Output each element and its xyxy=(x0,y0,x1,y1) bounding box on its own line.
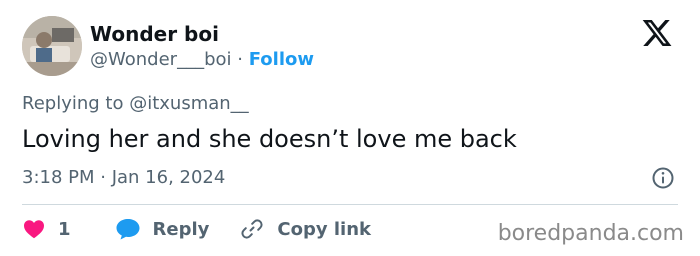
replying-to[interactable]: Replying to @itxusman__ xyxy=(22,92,249,116)
copy-link-label: Copy link xyxy=(277,218,371,240)
like-button[interactable]: 1 xyxy=(22,217,71,241)
reply-label: Reply xyxy=(152,218,210,240)
heart-icon xyxy=(24,220,44,239)
timestamp[interactable]: 3:18 PM · Jan 16, 2024 xyxy=(22,166,225,190)
like-count: 1 xyxy=(58,218,71,240)
tweet-card: Wonder boi @Wonder___boi · Follow Replyi… xyxy=(0,0,700,256)
info-icon[interactable] xyxy=(651,166,675,190)
divider xyxy=(22,204,678,205)
speech-bubble-icon xyxy=(116,219,140,240)
action-bar: 1 Reply Copy link xyxy=(22,216,371,242)
follow-button[interactable]: Follow xyxy=(249,49,314,70)
copy-link-button[interactable]: Copy link xyxy=(239,217,371,241)
tweet-text: Loving her and she doesn’t love me back xyxy=(22,125,517,153)
watermark: boredpanda.com xyxy=(497,221,684,246)
display-name[interactable]: Wonder boi xyxy=(90,22,219,46)
x-logo-icon[interactable] xyxy=(641,17,673,49)
link-icon xyxy=(241,219,263,239)
separator-dot: · xyxy=(237,49,243,70)
avatar[interactable] xyxy=(22,16,82,76)
reply-button[interactable]: Reply xyxy=(115,217,210,241)
handle-line: @Wonder___boi · Follow xyxy=(90,48,314,72)
user-handle[interactable]: @Wonder___boi xyxy=(90,49,232,70)
